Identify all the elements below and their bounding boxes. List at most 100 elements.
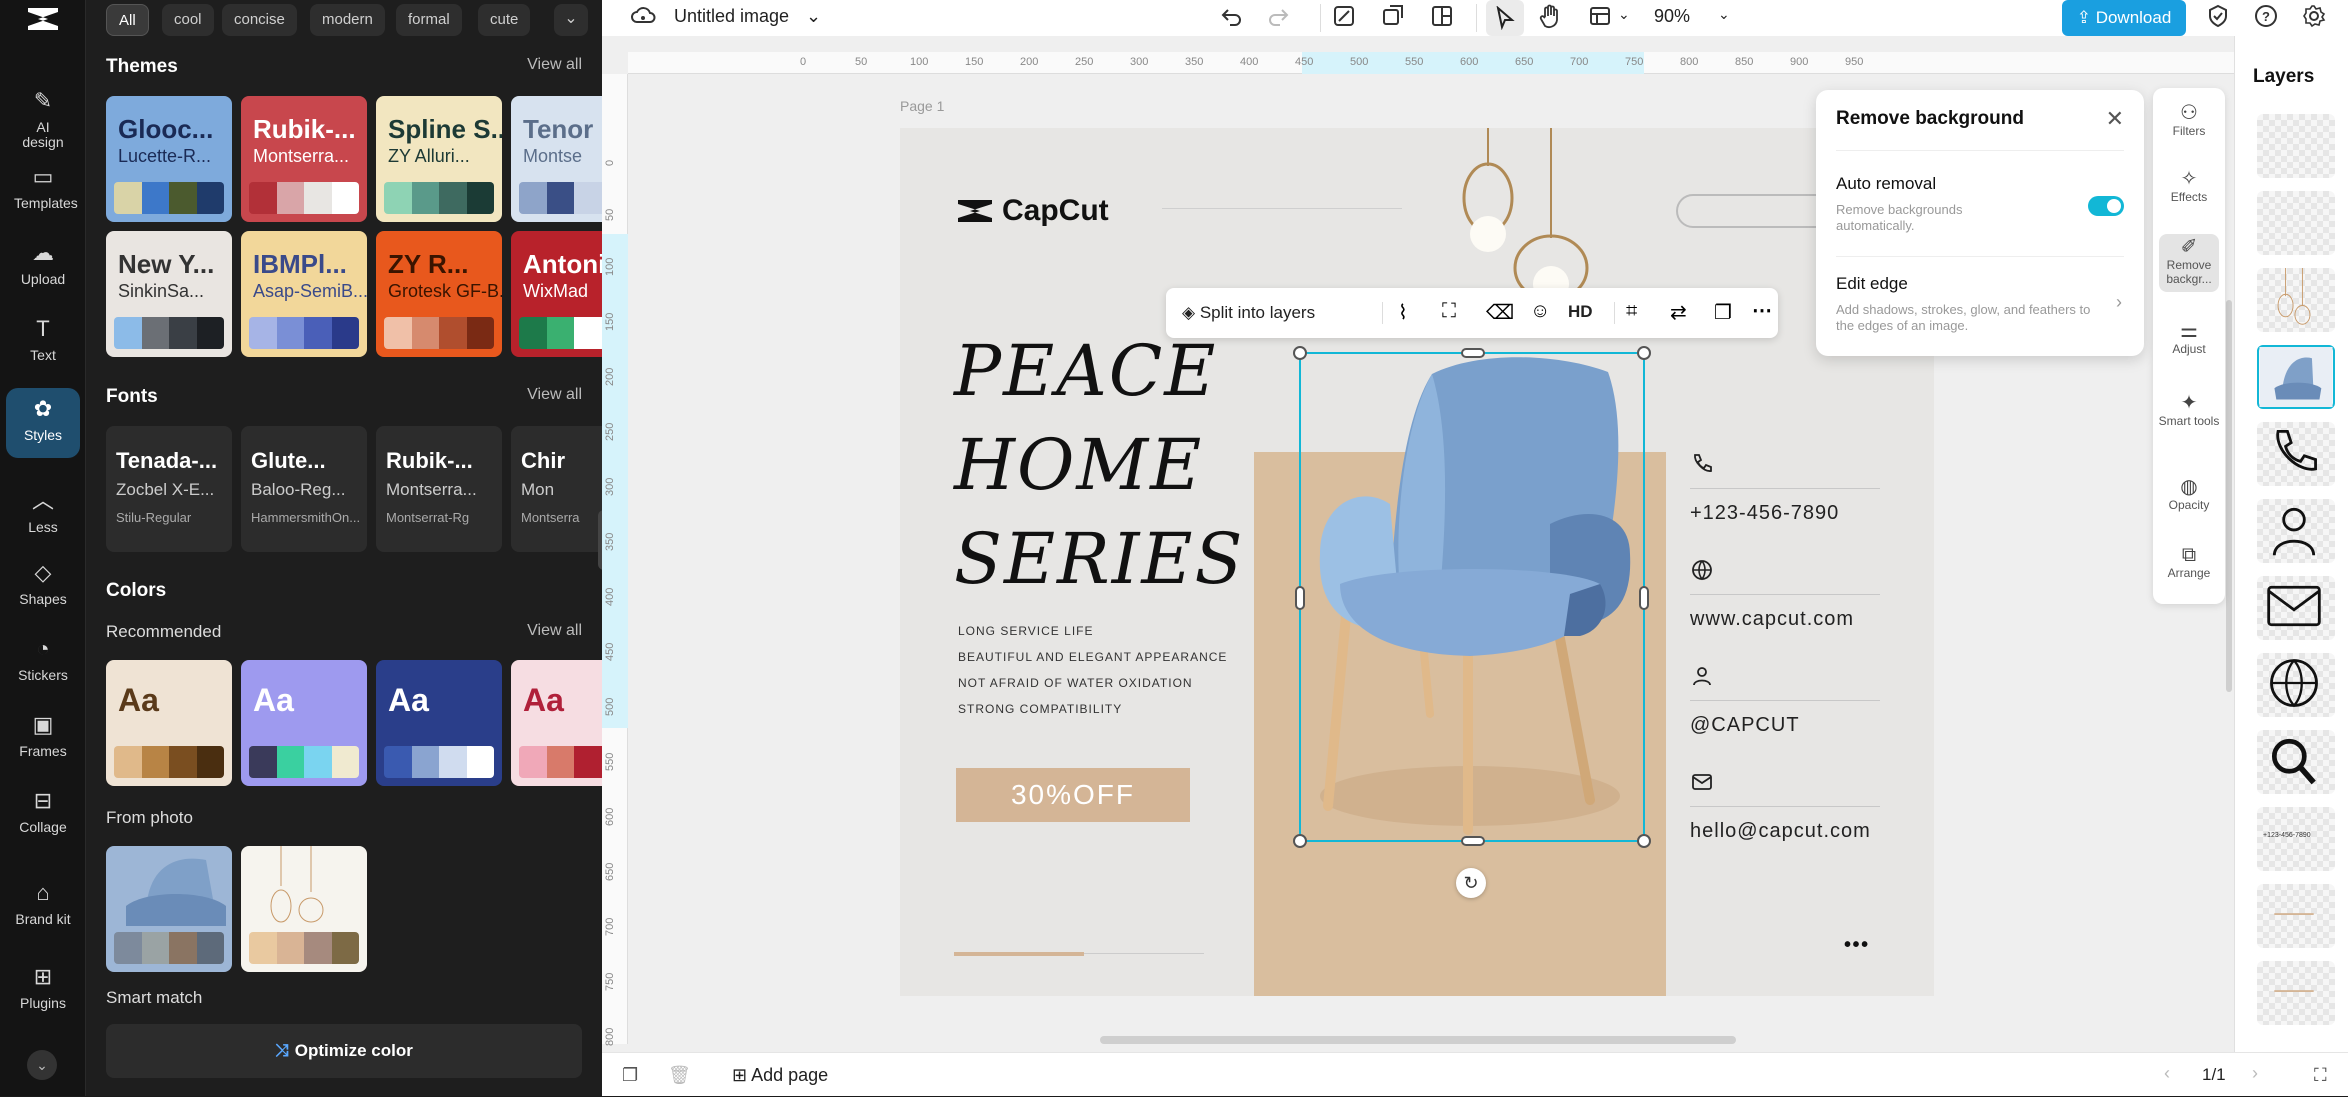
resize-handle[interactable] [1639, 586, 1649, 610]
add-page-button[interactable]: ⊞ Add page [732, 1053, 828, 1097]
duplicate-icon[interactable]: ❐ [1714, 300, 1732, 325]
font-combo-card[interactable]: Glute... Baloo-Reg... HammersmithOn... [241, 426, 367, 552]
filter-chip-cute[interactable]: cute [478, 4, 531, 36]
tool-adjust[interactable]: ⚌ Adjust [2153, 321, 2225, 356]
vertical-scrollbar[interactable] [2226, 300, 2232, 692]
theme-card[interactable]: Glooc... Lucette-R... [106, 96, 232, 222]
colors-view-all-link[interactable]: View all [527, 622, 582, 640]
layer-item[interactable] [2257, 576, 2335, 640]
layer-item[interactable]: +123-456-7890 [2257, 807, 2335, 871]
layer-item[interactable] [2257, 345, 2335, 409]
font-combo-card[interactable]: Chir Mon Montserra [511, 426, 602, 552]
chips-expand-button[interactable]: ⌄ [554, 4, 588, 36]
rail-item-ai-design[interactable]: ✎ AI design [0, 88, 86, 150]
rail-item-brand-kit[interactable]: ⌂ Brand kit [0, 880, 86, 927]
tool-arrange[interactable]: ⧉ Arrange [2153, 545, 2225, 580]
font-combo-card[interactable]: Tenada-... Zocbel X-E... Stilu-Regular [106, 426, 232, 552]
theme-card[interactable]: Spline S... ZY Alluri... [376, 96, 502, 222]
photo-palette-card[interactable] [106, 846, 232, 972]
headline-line-1[interactable]: PEACE [954, 330, 1217, 412]
edit-edge-row[interactable]: Edit edge Add shadows, strokes, glow, an… [1816, 256, 2144, 356]
contact-row[interactable]: www.capcut.com [1690, 558, 1880, 654]
selection-box[interactable] [1293, 346, 1651, 848]
horizontal-scrollbar[interactable] [1100, 1036, 1736, 1044]
shield-icon[interactable] [2206, 4, 2230, 33]
rail-item-less[interactable]: ︿ Less [0, 488, 86, 535]
theme-card[interactable]: New Y... SinkinSa... [106, 231, 232, 357]
hand-tool-icon[interactable] [1538, 4, 1562, 35]
rail-item-stickers[interactable]: ◔ Stickers [0, 636, 86, 683]
document-title[interactable]: Untitled image [674, 6, 789, 27]
layer-item[interactable] [2257, 191, 2335, 255]
trash-icon[interactable]: 🗑 [668, 1065, 691, 1086]
color-palette-card[interactable]: Aa [241, 660, 367, 786]
rail-item-upload[interactable]: ☁ Upload [0, 240, 86, 287]
theme-card[interactable]: AntonioWixMad [511, 231, 602, 357]
crop-icon[interactable]: ⌗ [1626, 300, 1637, 323]
help-icon[interactable]: ? [2254, 4, 2278, 33]
rail-item-templates[interactable]: ▭ Templates [0, 164, 86, 211]
tool-effects[interactable]: ✧ Effects [2153, 169, 2225, 204]
headline-line-2[interactable]: HOME [954, 424, 1203, 506]
optimize-color-button[interactable]: ⤨ Optimize color [106, 1024, 582, 1078]
filter-chip-formal[interactable]: formal [396, 4, 462, 36]
themes-view-all-link[interactable]: View all [527, 56, 582, 74]
layer-item[interactable] [2257, 884, 2335, 948]
theme-card[interactable]: Tenor Montse [511, 96, 602, 222]
filter-chip-modern[interactable]: modern [310, 4, 385, 36]
filter-chip-cool[interactable]: cool [162, 4, 214, 36]
contact-row[interactable]: hello@capcut.com [1690, 770, 1880, 866]
color-palette-card[interactable]: Aa [511, 660, 602, 786]
layer-item[interactable] [2257, 653, 2335, 717]
collapse-rail-button[interactable]: ⌄ [27, 1050, 57, 1080]
previous-page-icon[interactable]: ‹ [2164, 1063, 2170, 1084]
resize-handle[interactable] [1293, 834, 1307, 848]
pendant-lamp-image[interactable] [1456, 128, 1616, 288]
more-dots[interactable]: • • • [1844, 934, 1868, 957]
layer-item[interactable] [2257, 961, 2335, 1025]
rail-item-plugins[interactable]: ⊞ Plugins [0, 964, 86, 1011]
layer-item[interactable] [2257, 422, 2335, 486]
filter-chip-concise[interactable]: concise [222, 4, 297, 36]
hd-upscale-button[interactable]: HD [1568, 302, 1593, 322]
resize-handle[interactable] [1461, 836, 1485, 846]
layout-chevron-down-icon[interactable]: ⌄ [1618, 6, 1630, 23]
eraser-icon[interactable]: ⌫ [1486, 300, 1514, 325]
layer-item[interactable] [2257, 114, 2335, 178]
replace-icon[interactable]: ⇄ [1670, 300, 1687, 325]
page-manager-icon[interactable]: ❐ [622, 1065, 638, 1086]
layer-item[interactable] [2257, 499, 2335, 563]
resize-handle[interactable] [1461, 348, 1485, 358]
magic-edit-icon[interactable] [1332, 4, 1356, 33]
bullet-list[interactable]: LONG SERVICE LIFE BEAUTIFUL AND ELEGANT … [958, 624, 1227, 728]
theme-card[interactable]: ZY R... Grotesk GF-B... [376, 231, 502, 357]
redo-icon[interactable] [1266, 4, 1290, 33]
next-page-icon[interactable]: › [2252, 1063, 2258, 1084]
select-tool-button[interactable] [1486, 0, 1524, 36]
font-combo-card[interactable]: Rubik-... Montserra... Montserrat-Rg [376, 426, 502, 552]
color-palette-card[interactable]: Aa [106, 660, 232, 786]
theme-card[interactable]: Rubik-... Montserra... [241, 96, 367, 222]
resize-handle[interactable] [1637, 834, 1651, 848]
zoom-level[interactable]: 90% [1654, 6, 1690, 27]
cloud-save-icon[interactable] [630, 4, 656, 33]
split-into-layers-button[interactable]: ◈ Split into layers [1182, 288, 1315, 338]
color-palette-card[interactable]: Aa [376, 660, 502, 786]
rail-item-styles[interactable]: ✿ Styles [0, 388, 86, 458]
contact-row[interactable]: @CAPCUT [1690, 664, 1880, 760]
theme-card[interactable]: IBMPl... Asap-SemiB... [241, 231, 367, 357]
resize-handle[interactable] [1293, 346, 1307, 360]
close-icon[interactable]: ✕ [2106, 106, 2124, 132]
tool-remove-backgr-[interactable]: ✐ Remove backgr... [2159, 234, 2219, 292]
rotate-handle-icon[interactable]: ↻ [1456, 868, 1486, 898]
layer-item[interactable] [2257, 730, 2335, 794]
zoom-chevron-down-icon[interactable]: ⌄ [1718, 6, 1730, 23]
rail-item-shapes[interactable]: ◇ Shapes [0, 560, 86, 607]
layout-view-icon[interactable] [1588, 4, 1612, 33]
contact-row[interactable]: +123-456-7890 [1690, 452, 1880, 548]
tool-filters[interactable]: ⚇ Filters [2153, 103, 2225, 138]
settings-gear-icon[interactable] [2302, 4, 2326, 33]
tool-smart-tools[interactable]: ✦ Smart tools [2153, 393, 2225, 428]
layer-item[interactable] [2257, 268, 2335, 332]
magic-brush-icon[interactable]: ⌇ [1398, 300, 1408, 325]
